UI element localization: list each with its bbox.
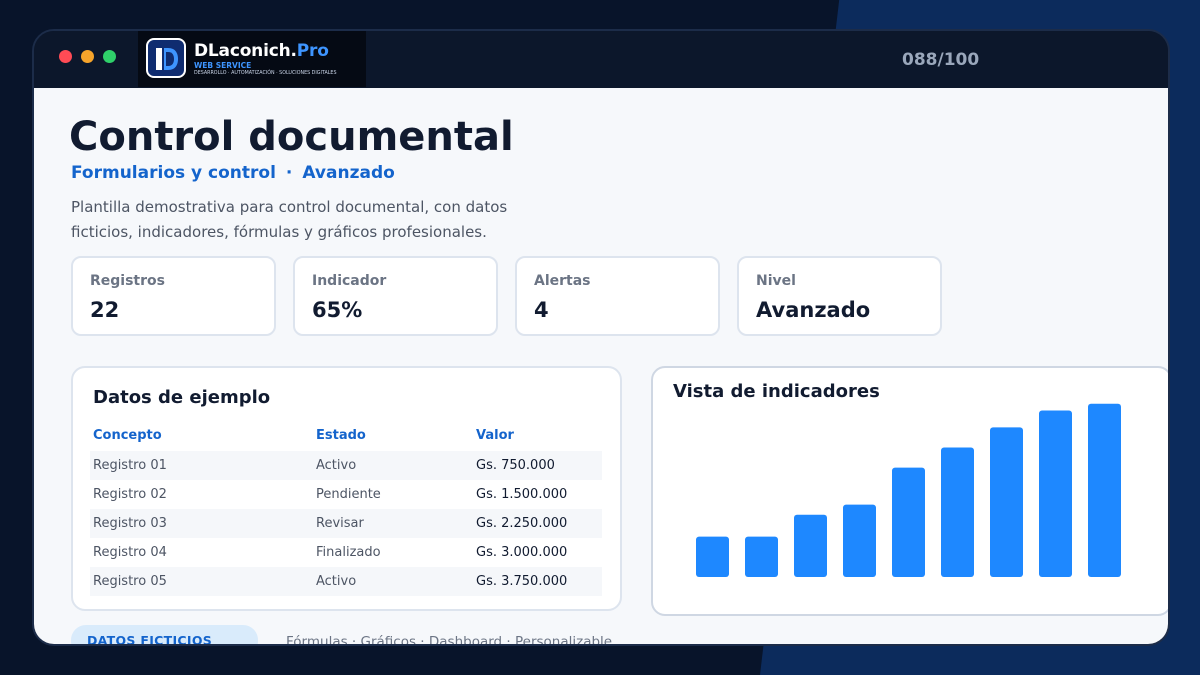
title-bar: DLaconich.Pro WEB SERVICE DESARROLLO · A…	[34, 31, 1168, 88]
kpi-value: Avanzado	[756, 298, 871, 322]
brand-logo-icon	[146, 38, 186, 78]
table-cell: Registro 05	[90, 567, 313, 596]
brand-name: DLaconich.Pro	[194, 41, 329, 61]
chart-bar-2	[745, 536, 778, 577]
main-content: Control documental Formularios y control…	[34, 88, 1168, 644]
table-cell: Activo	[313, 567, 473, 596]
brand-subtitle: WEB SERVICE	[194, 61, 252, 70]
kpi-value: 65%	[312, 298, 363, 322]
kpi-label: Alertas	[534, 273, 591, 289]
features-note: Fórmulas · Gráficos · Dashboard · Person…	[286, 634, 613, 646]
table-row: Registro 04 Finalizado Gs. 3.000.000	[90, 538, 602, 567]
fictitious-data-badge: DATOS FICTICIOS	[71, 625, 258, 646]
slide-counter: 088/100	[902, 50, 980, 70]
table-cell: Gs. 1.500.000	[476, 487, 568, 502]
badge-label: DATOS FICTICIOS	[87, 633, 213, 646]
chart-bar-4	[843, 504, 876, 577]
table-cell: Gs. 2.250.000	[473, 509, 602, 538]
app-window: DLaconich.Pro WEB SERVICE DESARROLLO · A…	[32, 29, 1170, 646]
table-cell: Finalizado	[316, 545, 381, 560]
chart-bar-1	[696, 536, 729, 577]
brand-logo-block: DLaconich.Pro WEB SERVICE DESARROLLO · A…	[138, 31, 366, 87]
separator: ·	[285, 163, 293, 183]
table-cell: Gs. 3.750.000	[473, 567, 602, 596]
table-row: Registro 02 Pendiente Gs. 1.500.000	[90, 480, 602, 509]
sample-data-panel: Datos de ejemplo Concepto Estado Valor R…	[71, 366, 622, 611]
page-description: Plantilla demostrativa para control docu…	[71, 198, 508, 241]
page-title: Control documental	[69, 114, 514, 160]
brand-tagline: DESARROLLO · AUTOMATIZACIÓN · SOLUCIONES…	[194, 71, 337, 76]
panel-title: Datos de ejemplo	[93, 387, 271, 408]
chart-bar-8	[1039, 410, 1072, 577]
table-cell: Gs. 750.000	[473, 451, 602, 480]
table-row: Registro 05 Activo Gs. 3.750.000	[90, 567, 602, 596]
indicators-bar-chart	[696, 403, 1121, 577]
kpi-card-registros: Registros 22	[71, 256, 276, 336]
table-cell: Gs. 3.000.000	[476, 545, 568, 560]
kpi-value: 22	[90, 298, 120, 322]
minimize-window-button[interactable]	[81, 50, 94, 63]
sample-data-table: Concepto Estado Valor Registro 01 Activo…	[90, 419, 602, 596]
kpi-card-nivel: Nivel Avanzado	[737, 256, 942, 336]
table-row: Registro 03 Revisar Gs. 2.250.000	[90, 509, 602, 538]
kpi-label: Nivel	[756, 273, 796, 289]
category-label: Formularios y control	[71, 163, 276, 183]
kpi-label: Indicador	[312, 273, 387, 289]
chart-bar-7	[990, 427, 1023, 577]
kpi-card-indicador: Indicador 65%	[293, 256, 498, 336]
chart-bar-3	[794, 514, 827, 577]
page-subtitle: Formularios y control · Avanzado	[71, 163, 395, 183]
kpi-label: Registros	[90, 273, 165, 289]
table-header-row: Concepto Estado Valor	[90, 419, 602, 451]
maximize-window-button[interactable]	[103, 50, 116, 63]
table-row: Registro 01 Activo Gs. 750.000	[90, 451, 602, 480]
kpi-card-alertas: Alertas 4	[515, 256, 720, 336]
table-cell: Pendiente	[316, 487, 381, 502]
column-header-concepto: Concepto	[93, 427, 162, 443]
close-window-button[interactable]	[59, 50, 72, 63]
column-header-estado: Estado	[316, 427, 366, 443]
indicators-chart-panel: Vista de indicadores	[651, 366, 1168, 616]
table-cell: Registro 01	[90, 451, 313, 480]
chart-bar-5	[892, 467, 925, 577]
level-label: Avanzado	[302, 163, 395, 183]
table-cell: Registro 03	[90, 509, 313, 538]
chart-bar-6	[941, 447, 974, 577]
table-cell: Registro 02	[93, 487, 167, 502]
table-cell: Activo	[313, 451, 473, 480]
table-cell: Registro 04	[93, 545, 167, 560]
column-header-valor: Valor	[476, 427, 514, 443]
chart-bar-9	[1088, 403, 1121, 577]
table-cell: Revisar	[313, 509, 473, 538]
kpi-value: 4	[534, 298, 549, 322]
